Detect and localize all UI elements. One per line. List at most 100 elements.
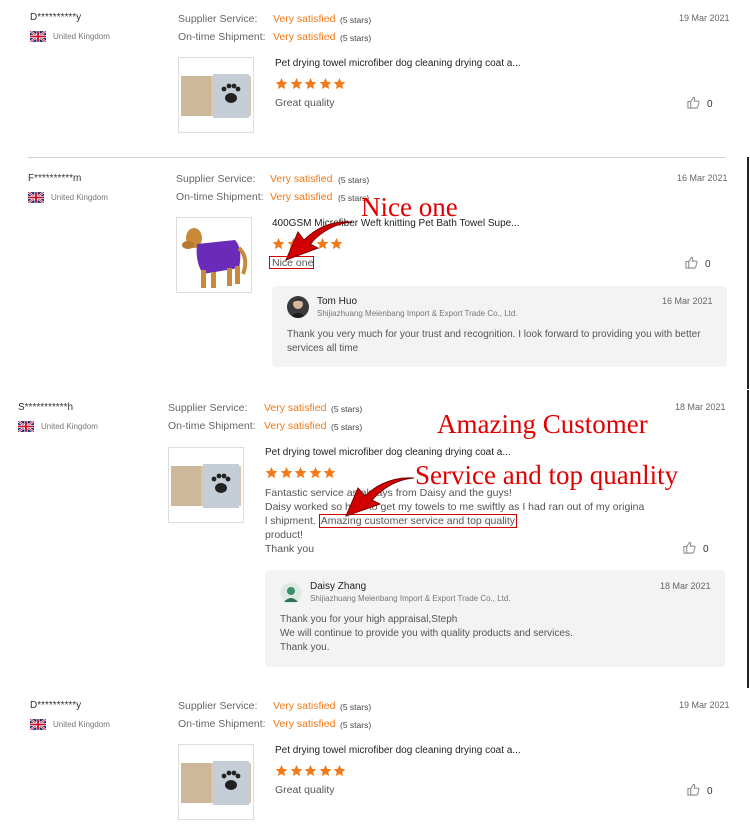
star-icon: [333, 765, 346, 777]
product-title[interactable]: Pet drying towel microfiber dog cleaning…: [275, 58, 521, 69]
review-comment: Fantastic service as always from Daisy a…: [265, 486, 655, 556]
replier-name: Daisy Zhang: [310, 581, 367, 592]
comment-line: product!: [265, 529, 303, 541]
buyer-country: United Kingdom: [17, 420, 98, 433]
buyer-country: United Kingdom: [29, 718, 110, 731]
star-icon: [333, 78, 346, 90]
star-icon: [309, 467, 321, 479]
replier-name: Tom Huo: [317, 296, 358, 307]
comment-line: l shipment. Amazing customer service and…: [265, 514, 518, 528]
review-comment: Great quality: [275, 784, 335, 796]
buyer-country: United Kingdom: [27, 191, 108, 204]
rating-stars: [275, 77, 348, 95]
reply-date: 18 Mar 2021: [660, 581, 711, 591]
country-label: United Kingdom: [53, 32, 110, 41]
avatar: [280, 582, 302, 604]
buyer-name: D**********y: [30, 12, 82, 23]
star-icon: [290, 765, 302, 777]
buyer-name: S***********h: [18, 402, 74, 413]
star-icon: [319, 765, 331, 777]
product-thumbnail[interactable]: [178, 744, 254, 820]
supplier-service-label: Supplier Service:: [168, 402, 248, 414]
thumbs-up-icon: [683, 541, 696, 557]
supplier-service-value: Very satisfied: [264, 402, 327, 414]
uk-flag-icon: [27, 191, 45, 204]
replier-company: Shijiazhuang Meienbang Import & Export T…: [317, 309, 518, 318]
star-icon: [304, 765, 317, 777]
shipment-value: Very satisfied: [270, 191, 333, 203]
supplier-service-label: Supplier Service:: [178, 13, 258, 25]
review-date: 18 Mar 2021: [675, 402, 726, 412]
shipment-value: Very satisfied: [264, 420, 327, 432]
reply-text: Thank you for your high appraisal,Steph …: [280, 614, 573, 653]
shipment-value: Very satisfied: [273, 31, 336, 43]
supplier-service-label: Supplier Service:: [178, 700, 258, 712]
scrollbar[interactable]: [747, 157, 749, 389]
review-date: 19 Mar 2021: [679, 700, 730, 710]
country-label: United Kingdom: [41, 422, 98, 431]
shipment-stars: (5 stars): [331, 422, 363, 432]
annotation-nice-one: Nice one: [361, 192, 458, 222]
scrollbar[interactable]: [747, 390, 749, 688]
star-icon: [319, 78, 331, 90]
annotation-arrow-icon: [345, 477, 415, 517]
annotation-amazing-line1: Amazing Customer: [437, 409, 648, 439]
reply-text: Thank you very much for your trust and r…: [287, 329, 701, 354]
star-icon: [265, 467, 278, 479]
review-comment: Great quality: [275, 97, 335, 109]
like-count: 0: [703, 543, 709, 555]
product-title[interactable]: Pet drying towel microfiber dog cleaning…: [265, 447, 511, 458]
like-count: 0: [707, 98, 713, 110]
review-date: 16 Mar 2021: [677, 173, 728, 183]
buyer-name: D**********y: [30, 700, 82, 711]
supplier-service-stars: (5 stars): [338, 175, 370, 185]
like-button[interactable]: 0: [683, 541, 709, 557]
star-icon: [275, 78, 288, 90]
comment-line: Daisy worked so hard to get my towels to…: [265, 501, 645, 513]
product-thumbnail[interactable]: [176, 217, 252, 293]
shipment-label: On-time Shipment:: [178, 718, 266, 730]
uk-flag-icon: [29, 718, 47, 731]
rating-stars: [275, 764, 348, 782]
star-icon: [294, 467, 307, 479]
supplier-reply: Daisy Zhang Shijiazhuang Meienbang Impor…: [265, 570, 725, 667]
buyer-name: F**********m: [28, 173, 82, 184]
supplier-service-value: Very satisfied: [273, 700, 336, 712]
supplier-service-stars: (5 stars): [331, 404, 363, 414]
uk-flag-icon: [29, 30, 47, 43]
product-thumbnail[interactable]: [168, 447, 244, 523]
supplier-service-value: Very satisfied: [270, 173, 333, 185]
annotation-arrow-icon: [285, 221, 353, 261]
shipment-label: On-time Shipment:: [178, 31, 266, 43]
comment-line: Thank you: [265, 543, 315, 555]
supplier-service-stars: (5 stars): [340, 15, 372, 25]
country-label: United Kingdom: [53, 720, 110, 729]
uk-flag-icon: [17, 420, 35, 433]
supplier-service-value: Very satisfied: [273, 13, 336, 25]
avatar: [287, 296, 309, 318]
thumbs-up-icon: [687, 96, 700, 112]
shipment-stars: (5 stars): [340, 720, 372, 730]
star-icon: [290, 78, 302, 90]
product-thumbnail[interactable]: [178, 57, 254, 133]
supplier-service-stars: (5 stars): [340, 702, 372, 712]
like-button[interactable]: 0: [685, 256, 711, 272]
like-count: 0: [705, 258, 711, 270]
star-icon: [275, 765, 288, 777]
thumbs-up-icon: [687, 783, 700, 799]
shipment-label: On-time Shipment:: [176, 191, 264, 203]
buyer-country: United Kingdom: [29, 30, 110, 43]
like-count: 0: [707, 785, 713, 797]
star-icon: [323, 467, 336, 479]
shipment-label: On-time Shipment:: [168, 420, 256, 432]
like-button[interactable]: 0: [687, 783, 713, 799]
thumbs-up-icon: [685, 256, 698, 272]
star-icon: [280, 467, 292, 479]
supplier-service-label: Supplier Service:: [176, 173, 256, 185]
product-title[interactable]: Pet drying towel microfiber dog cleaning…: [275, 745, 521, 756]
like-button[interactable]: 0: [687, 96, 713, 112]
review-date: 19 Mar 2021: [679, 13, 730, 23]
replier-company: Shijiazhuang Meienbang Import & Export T…: [310, 594, 511, 603]
star-icon: [304, 78, 317, 90]
